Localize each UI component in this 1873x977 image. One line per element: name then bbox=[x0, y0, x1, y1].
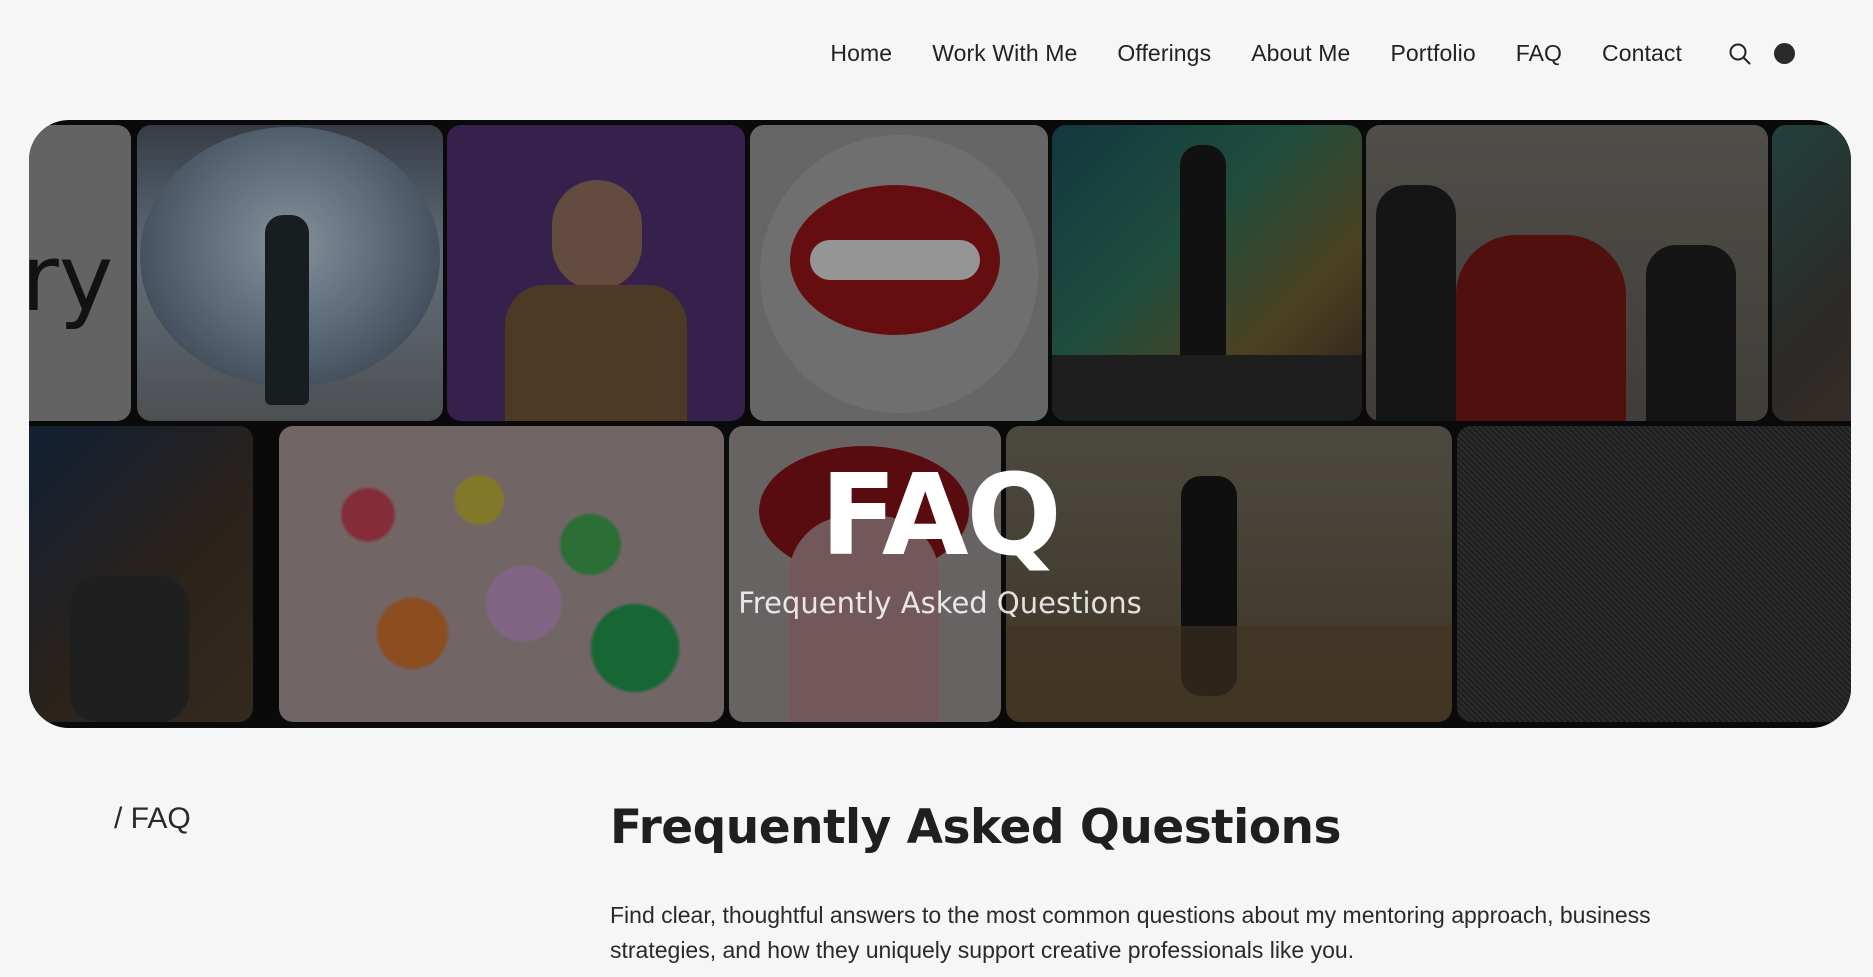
nav-item-about-me[interactable]: About Me bbox=[1251, 40, 1350, 67]
nav-item-home[interactable]: Home bbox=[830, 40, 892, 67]
hero-title: FAQ bbox=[820, 451, 1062, 581]
intro-paragraph: Find clear, thoughtful answers to the mo… bbox=[610, 902, 1651, 963]
hero-banner: ry FAQ Frequently Asked Questions bbox=[29, 120, 1851, 728]
nav-item-contact[interactable]: Contact bbox=[1602, 40, 1682, 67]
hero-subtitle: Frequently Asked Questions bbox=[738, 586, 1142, 620]
nav-item-portfolio[interactable]: Portfolio bbox=[1390, 40, 1475, 67]
search-icon[interactable] bbox=[1728, 42, 1752, 66]
nav-item-offerings[interactable]: Offerings bbox=[1117, 40, 1211, 67]
breadcrumb: / FAQ bbox=[114, 802, 191, 835]
main-nav: Home Work With Me Offerings About Me Por… bbox=[830, 40, 1795, 67]
nav-item-work-with-me[interactable]: Work With Me bbox=[932, 40, 1077, 67]
dark-mode-toggle-icon[interactable] bbox=[1774, 43, 1795, 64]
page-heading: Frequently Asked Questions bbox=[610, 800, 1341, 855]
nav-item-faq[interactable]: FAQ bbox=[1516, 40, 1562, 67]
hero-dim-overlay bbox=[29, 120, 1851, 728]
